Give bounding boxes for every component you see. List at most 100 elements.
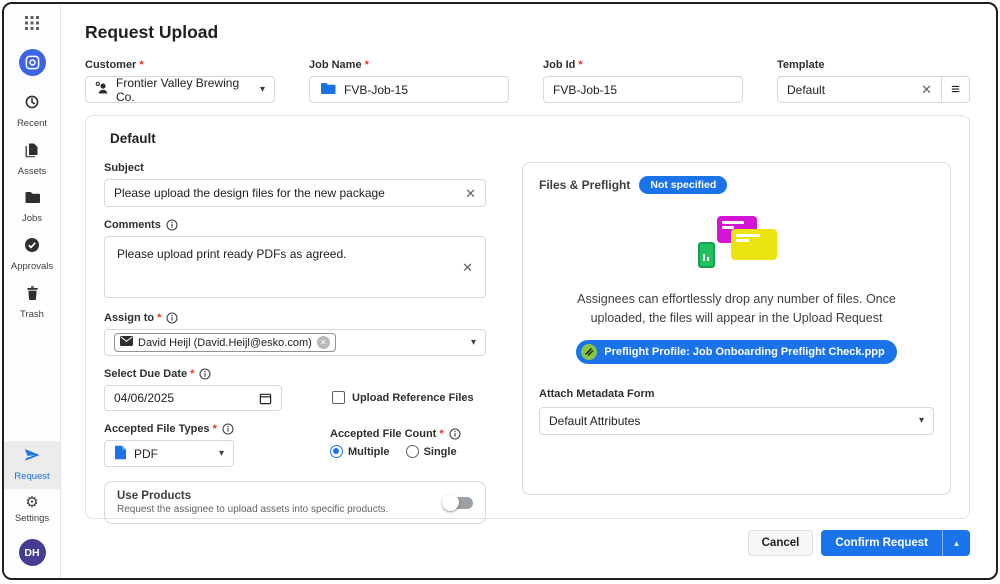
template-menu-button[interactable]: ≡ [941,77,969,102]
pages-icon [24,142,40,163]
sidebar-item-label: Request [14,471,49,482]
clear-icon[interactable]: ✕ [921,83,932,96]
sidebar-item-label: Approvals [11,261,53,272]
file-count-label: Accepted File Count* [330,428,461,440]
preflight-profile-pill[interactable]: Preflight Profile: Job Onboarding Prefli… [576,340,897,364]
subject-label: Subject [104,162,486,174]
customer-value: Frontier Valley Brewing Co. [116,76,253,104]
comments-textarea[interactable]: Please upload print ready PDFs as agreed… [104,236,486,298]
apps-grid-icon[interactable] [25,16,39,35]
template-control: Default ✕ ≡ [777,76,970,103]
folder-icon [24,190,41,210]
assign-to-label: Assign to* [104,312,486,324]
subject-value: Please upload the design files for the n… [114,186,385,200]
envelope-icon [120,336,133,349]
blue-folder-icon [319,81,337,99]
radio-unselected-icon [406,445,419,458]
confirm-request-split-button: Confirm Request ▴ [821,530,970,556]
sidebar: Recent Assets Jobs [4,4,61,578]
clear-icon[interactable]: ✕ [462,261,473,274]
clear-icon[interactable]: ✕ [465,187,476,200]
due-date-value: 04/06/2025 [114,391,174,405]
upload-description: Assignees can effortlessly drop any numb… [555,290,918,328]
calendar-icon[interactable] [259,392,272,405]
sidebar-item-settings[interactable]: ⚙ Settings [4,489,60,531]
use-products-title: Use Products [117,490,388,502]
metadata-form-dropdown[interactable]: Default Attributes ▾ [539,407,934,435]
job-name-label: Job Name* [309,59,509,71]
app-window: Recent Assets Jobs [2,2,998,580]
sidebar-item-label: Settings [15,513,49,524]
header-fields-row: Customer* Frontier Valley Brewing Co. ▾ [85,59,970,103]
files-preflight-panel: Files & Preflight Not specified Assignee… [522,162,951,495]
sidebar-item-jobs[interactable]: Jobs [4,184,60,231]
sidebar-item-assets[interactable]: Assets [4,136,60,184]
template-input[interactable]: Default ✕ [778,77,941,102]
template-label: Template [777,59,970,71]
required-mark: * [139,59,143,71]
template-value: Default [787,83,825,97]
due-date-row: Select Due Date* 04/06/2025 [104,368,486,411]
sidebar-item-label: Assets [18,166,47,177]
confirm-request-button[interactable]: Confirm Request [821,530,943,556]
not-specified-badge: Not specified [639,176,727,194]
job-id-label: Job Id* [543,59,743,71]
form-left-column: Subject Please upload the design files f… [104,162,486,524]
assignee-chip[interactable]: David Heijl (David.Heijl@esko.com) ✕ [114,333,336,352]
info-icon [166,312,178,324]
metadata-form-label: Attach Metadata Form [539,388,934,400]
assign-to-group: Assign to* [104,312,486,356]
request-form-card: Default Subject Please upload the design… [85,115,970,519]
sidebar-item-request[interactable]: Request [4,441,60,489]
upload-reference-label: Upload Reference Files [352,392,474,404]
required-mark: * [213,423,217,435]
upload-reference-checkbox-row[interactable]: Upload Reference Files [332,391,474,404]
comments-value: Please upload print ready PDFs as agreed… [117,247,346,297]
green-file-icon [698,242,715,268]
check-circle-icon [24,237,40,258]
chevron-down-icon: ▾ [919,415,924,426]
file-count-group: Accepted File Count* Mu [330,423,461,458]
use-products-description: Request the assignee to upload assets in… [117,504,388,515]
job-id-input[interactable]: FVB-Job-15 [543,76,743,103]
preflight-profile-label: Preflight Profile: Job Onboarding Prefli… [604,346,885,358]
file-icon [114,445,127,463]
subject-input[interactable]: Please upload the design files for the n… [104,179,486,207]
sidebar-item-trash[interactable]: Trash [4,279,60,327]
due-date-input[interactable]: 04/06/2025 [104,385,282,411]
chevron-down-icon: ▾ [471,337,476,348]
file-types-group: Accepted File Types* [104,423,234,467]
clock-icon [24,94,40,115]
subject-group: Subject Please upload the design files f… [104,162,486,207]
customer-field-group: Customer* Frontier Valley Brewing Co. ▾ [85,59,275,103]
sidebar-item-label: Trash [20,309,44,320]
file-count-options: Multiple Single [330,445,461,458]
file-types-dropdown[interactable]: PDF ▾ [104,440,234,467]
checkbox-icon[interactable] [332,391,345,404]
comments-label: Comments [104,219,486,231]
confirm-options-button[interactable]: ▴ [943,530,970,556]
radio-selected-icon [330,445,343,458]
sidebar-item-approvals[interactable]: Approvals [4,231,60,279]
app-logo-icon[interactable] [19,49,46,76]
required-mark: * [190,368,194,380]
use-products-card: Use Products Request the assignee to upl… [104,481,486,524]
use-products-toggle[interactable] [443,497,473,509]
customer-dropdown[interactable]: Frontier Valley Brewing Co. ▾ [85,76,275,103]
radio-single[interactable]: Single [406,445,457,458]
main-area: Request Upload Customer* Frontier Valley [61,4,996,578]
file-types-value: PDF [134,447,158,461]
yellow-card-icon [731,229,777,260]
assign-to-select[interactable]: David Heijl (David.Heijl@esko.com) ✕ ▾ [104,329,486,356]
chevron-down-icon: ▾ [260,84,265,95]
info-icon [222,423,234,435]
job-name-input[interactable]: FVB-Job-15 [309,76,509,103]
user-avatar[interactable]: DH [19,539,46,566]
radio-multiple[interactable]: Multiple [330,445,390,458]
required-mark: * [157,312,161,324]
info-icon [166,219,178,231]
remove-assignee-icon[interactable]: ✕ [317,336,330,349]
cancel-button[interactable]: Cancel [748,530,814,556]
sidebar-item-recent[interactable]: Recent [4,88,60,136]
info-icon [449,428,461,440]
